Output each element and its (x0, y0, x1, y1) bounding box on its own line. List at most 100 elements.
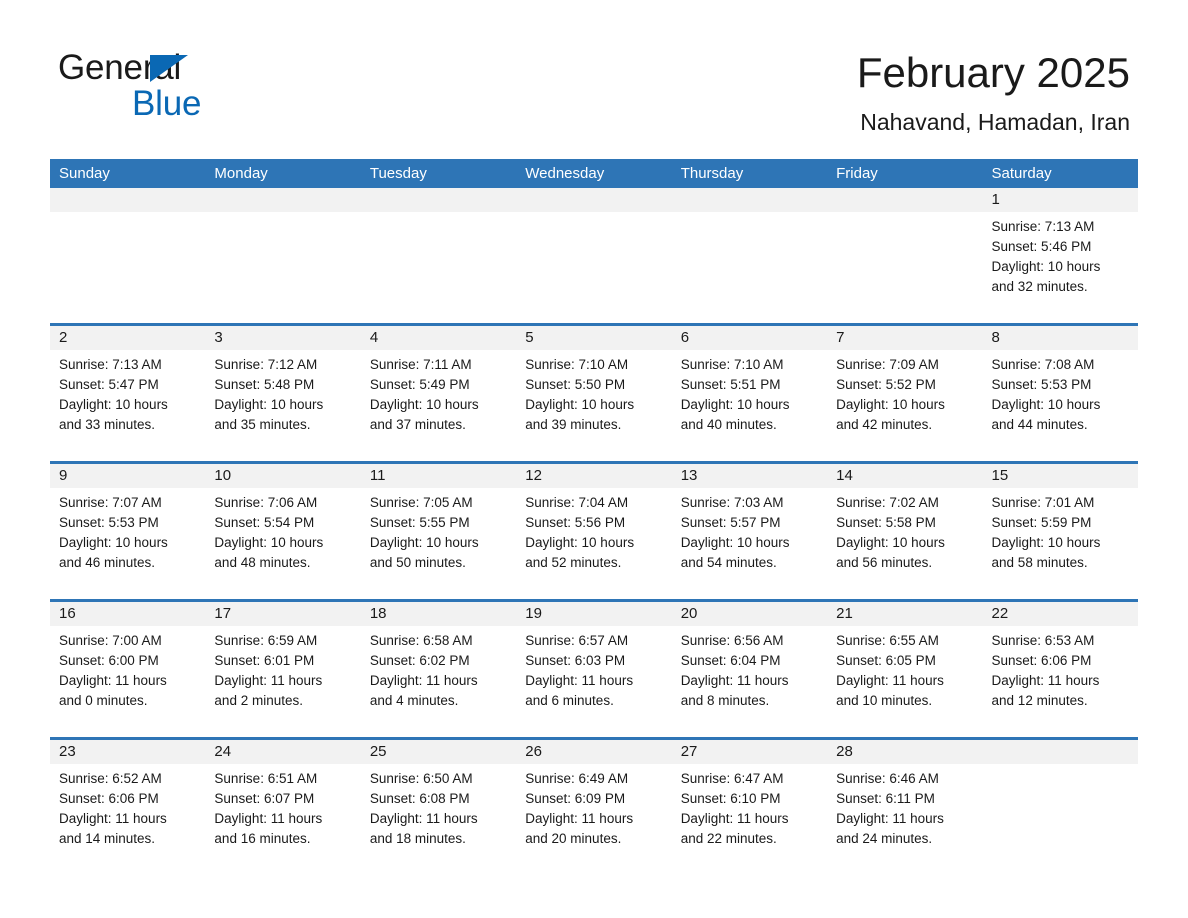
day-details: Sunrise: 7:11 AM Sunset: 5:49 PM Daylight:… (361, 350, 516, 435)
day-details: Sunrise: 7:00 AM Sunset: 6:00 PM Daylight:… (50, 626, 205, 711)
daylight-line2-text: and 39 minutes. (525, 417, 622, 432)
day-number (827, 188, 983, 212)
daylight-line2-text: and 33 minutes. (59, 417, 156, 432)
day-cell-empty (671, 188, 828, 323)
day-number: 22 (982, 602, 1138, 626)
daylight-line2-text: and 40 minutes. (680, 417, 777, 432)
title-block: February 2025 Nahavand, Hamadan, Iran (857, 48, 1130, 137)
daylight-line1-text: Daylight: 10 hours (525, 397, 635, 412)
sunrise-text: Sunrise: 7:09 AM (836, 357, 939, 372)
weekday-header-saturday: Saturday (991, 165, 1052, 182)
daylight-line1-text: Daylight: 11 hours (525, 811, 634, 826)
day-details: Sunrise: 7:02 AM Sunset: 5:58 PM Daylight:… (827, 488, 982, 573)
day-number (671, 188, 828, 212)
page-subtitle: Nahavand, Hamadan, Iran (860, 109, 1130, 135)
day-details (672, 212, 827, 217)
day-cell[interactable]: 21 Sunrise: 6:55 AM Sunset: 6:05 PM Dayligh… (827, 602, 983, 737)
day-details: Sunrise: 7:10 AM Sunset: 5:51 PM Daylight:… (672, 350, 827, 435)
day-cell[interactable]: 3 Sunrise: 7:12 AM Sunset: 5:48 PM Daylight… (205, 326, 361, 461)
day-cell[interactable]: 25 Sunrise: 6:50 AM Sunset: 6:08 PM Dayligh… (360, 740, 517, 875)
day-cell[interactable]: 28 Sunrise: 6:46 AM Sunset: 6:11 PM Dayligh… (827, 740, 983, 875)
day-cell[interactable]: 22 Sunrise: 6:53 AM Sunset: 6:06 PM Dayligh… (982, 602, 1138, 737)
day-cell[interactable]: 19 Sunrise: 6:57 AM Sunset: 6:03 PM Dayligh… (516, 602, 672, 737)
daylight-line2-text: and 24 minutes. (836, 831, 933, 846)
general-blue-logo[interactable]: General Blue (58, 48, 318, 124)
logo-top-row: General (58, 48, 318, 88)
daylight-line1-text: Daylight: 10 hours (836, 397, 945, 412)
daylight-line1-text: Daylight: 10 hours (369, 535, 479, 550)
day-details: Sunrise: 7:03 AM Sunset: 5:57 PM Daylight:… (672, 488, 827, 573)
day-details: Sunrise: 6:58 AM Sunset: 6:02 PM Daylight:… (361, 626, 516, 711)
day-cell[interactable]: 15 Sunrise: 7:01 AM Sunset: 5:59 PM Dayligh… (982, 464, 1138, 599)
day-cell[interactable]: 5 Sunrise: 7:10 AM Sunset: 5:50 PM Daylight… (516, 326, 672, 461)
day-cell[interactable]: 23 Sunrise: 6:52 AM Sunset: 6:06 PM Dayligh… (50, 740, 206, 875)
day-number: 26 (516, 740, 672, 764)
daylight-line1-text: Daylight: 10 hours (59, 535, 168, 550)
day-cell-empty (982, 740, 1138, 875)
day-number: 5 (516, 326, 672, 350)
day-number: 10 (205, 464, 361, 488)
day-cell[interactable]: 1 Sunrise: 7:13 AM Sunset: 5:46 PM Daylight… (982, 188, 1138, 323)
sunrise-text: Sunrise: 6:50 AM (369, 771, 473, 786)
week-row: 1 Sunrise: 7:13 AM Sunset: 5:46 PM Daylight… (50, 188, 1138, 323)
sunset-text: Sunset: 5:53 PM (59, 515, 159, 530)
day-cell[interactable]: 20 Sunrise: 6:56 AM Sunset: 6:04 PM Dayligh… (671, 602, 828, 737)
daylight-line2-text: and 12 minutes. (991, 693, 1088, 708)
day-details: Sunrise: 7:09 AM Sunset: 5:52 PM Daylight:… (827, 350, 982, 435)
day-details (50, 212, 205, 217)
sunrise-text: Sunrise: 6:51 AM (214, 771, 318, 786)
sunrise-text: Sunrise: 7:01 AM (991, 495, 1095, 510)
day-cell[interactable]: 4 Sunrise: 7:11 AM Sunset: 5:49 PM Daylight… (360, 326, 517, 461)
daylight-line2-text: and 4 minutes. (369, 693, 459, 708)
day-number: 2 (50, 326, 206, 350)
daylight-line1-text: Daylight: 11 hours (525, 673, 634, 688)
day-cell[interactable]: 26 Sunrise: 6:49 AM Sunset: 6:09 PM Dayligh… (516, 740, 672, 875)
day-cell[interactable]: 16 Sunrise: 7:00 AM Sunset: 6:00 PM Dayligh… (50, 602, 206, 737)
sunset-text: Sunset: 5:59 PM (991, 515, 1092, 530)
daylight-line1-text: Daylight: 10 hours (991, 259, 1101, 274)
daylight-line1-text: Daylight: 10 hours (525, 535, 635, 550)
daylight-line2-text: and 18 minutes. (369, 831, 466, 846)
day-cell[interactable]: 2 Sunrise: 7:13 AM Sunset: 5:47 PM Daylight… (50, 326, 206, 461)
weekday-header-wednesday: Wednesday (525, 165, 605, 182)
day-cell[interactable]: 8 Sunrise: 7:08 AM Sunset: 5:53 PM Daylight… (982, 326, 1138, 461)
day-number: 4 (360, 326, 517, 350)
day-details: Sunrise: 6:50 AM Sunset: 6:08 PM Daylight:… (361, 764, 516, 849)
weekday-header-tuesday: Tuesday (369, 165, 427, 182)
day-cell[interactable]: 6 Sunrise: 7:10 AM Sunset: 5:51 PM Daylight… (671, 326, 828, 461)
daylight-line2-text: and 32 minutes. (991, 279, 1088, 294)
daylight-line1-text: Daylight: 11 hours (369, 673, 478, 688)
week-row: 23 Sunrise: 6:52 AM Sunset: 6:06 PM Dayligh… (50, 737, 1138, 875)
day-details: Sunrise: 6:51 AM Sunset: 6:07 PM Daylight:… (205, 764, 360, 849)
day-cell[interactable]: 27 Sunrise: 6:47 AM Sunset: 6:10 PM Dayligh… (671, 740, 828, 875)
sunrise-text: Sunrise: 7:08 AM (991, 357, 1095, 372)
day-cell[interactable]: 13 Sunrise: 7:03 AM Sunset: 5:57 PM Dayligh… (671, 464, 828, 599)
weekday-header-sunday: Sunday (59, 165, 110, 182)
day-cell-empty (516, 188, 672, 323)
day-cell[interactable]: 14 Sunrise: 7:02 AM Sunset: 5:58 PM Dayligh… (827, 464, 983, 599)
sunset-text: Sunset: 6:06 PM (59, 791, 159, 806)
day-details: Sunrise: 7:01 AM Sunset: 5:59 PM Daylight:… (983, 488, 1138, 573)
daylight-line2-text: and 42 minutes. (836, 417, 933, 432)
day-number: 14 (827, 464, 983, 488)
daylight-line1-text: Daylight: 10 hours (680, 535, 790, 550)
day-cell[interactable]: 10 Sunrise: 7:06 AM Sunset: 5:54 PM Dayligh… (205, 464, 361, 599)
day-cell[interactable]: 7 Sunrise: 7:09 AM Sunset: 5:52 PM Daylight… (827, 326, 983, 461)
sunrise-text: Sunrise: 6:56 AM (680, 633, 784, 648)
sunrise-text: Sunrise: 7:04 AM (525, 495, 629, 510)
day-details: Sunrise: 7:06 AM Sunset: 5:54 PM Daylight:… (205, 488, 360, 573)
day-cell[interactable]: 18 Sunrise: 6:58 AM Sunset: 6:02 PM Dayligh… (360, 602, 517, 737)
day-cell-empty (360, 188, 517, 323)
daylight-line2-text: and 14 minutes. (59, 831, 156, 846)
day-cell[interactable]: 17 Sunrise: 6:59 AM Sunset: 6:01 PM Dayligh… (205, 602, 361, 737)
daylight-line1-text: Daylight: 11 hours (369, 811, 478, 826)
day-details: Sunrise: 6:55 AM Sunset: 6:05 PM Daylight:… (827, 626, 982, 711)
day-cell[interactable]: 11 Sunrise: 7:05 AM Sunset: 5:55 PM Dayligh… (360, 464, 517, 599)
logo-bottom-row: Blue (58, 84, 318, 124)
day-cell[interactable]: 9 Sunrise: 7:07 AM Sunset: 5:53 PM Daylight… (50, 464, 206, 599)
day-cell[interactable]: 24 Sunrise: 6:51 AM Sunset: 6:07 PM Dayligh… (205, 740, 361, 875)
daylight-line1-text: Daylight: 10 hours (680, 397, 790, 412)
page-title: February 2025 (856, 49, 1130, 96)
day-number: 9 (50, 464, 206, 488)
day-cell[interactable]: 12 Sunrise: 7:04 AM Sunset: 5:56 PM Dayligh… (516, 464, 672, 599)
